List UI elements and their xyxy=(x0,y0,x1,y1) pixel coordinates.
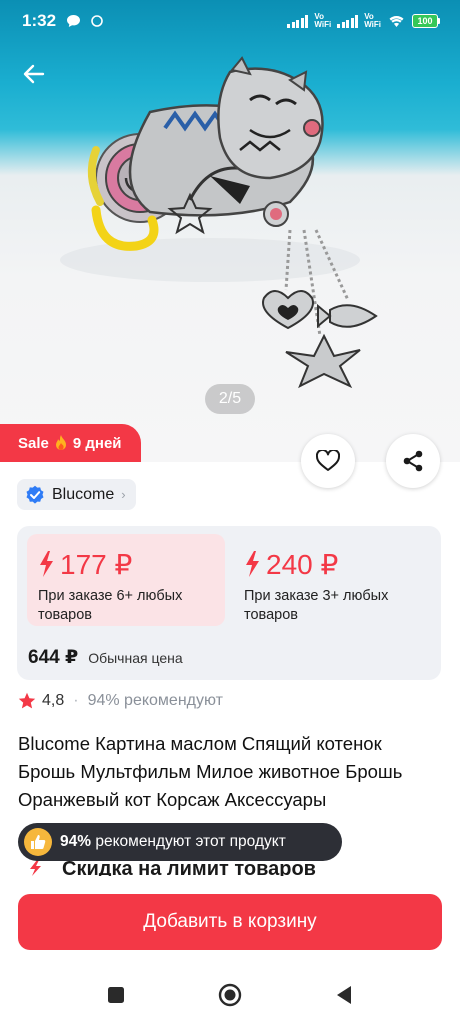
star-icon xyxy=(18,692,36,709)
back-button[interactable] xyxy=(14,54,54,94)
sale-days: 9 дней xyxy=(72,434,122,452)
price-option-3plus[interactable]: 240 ₽ При заказе 3+ любых товаров xyxy=(233,534,433,626)
product-image-gallery[interactable]: 2/5 xyxy=(0,0,460,462)
heart-outline-icon xyxy=(316,450,340,471)
lightning-icon xyxy=(30,860,41,876)
share-button[interactable] xyxy=(386,434,440,488)
price-card: 177 ₽ При заказе 6+ любых товаров 240 ₽ … xyxy=(17,526,441,680)
arrow-left-icon xyxy=(23,64,45,84)
verified-badge-icon xyxy=(26,485,44,504)
regular-price-amount: 644 ₽ xyxy=(28,647,79,668)
share-icon xyxy=(403,450,423,472)
recommend-toast-percent: 94% xyxy=(60,833,92,850)
recommend-toast: 94% рекомендуют этот продукт xyxy=(18,823,342,861)
bottom-action-bar: Добавить в корзину xyxy=(0,876,460,966)
add-to-cart-button[interactable]: Добавить в корзину xyxy=(18,894,442,950)
thumbs-up-icon xyxy=(24,828,52,856)
back-nav-button[interactable] xyxy=(329,980,359,1010)
favorite-button[interactable] xyxy=(301,434,355,488)
signal-icon xyxy=(287,14,309,28)
sale-label: Sale xyxy=(18,434,49,452)
chat-bubble-icon xyxy=(67,15,81,27)
lightning-icon xyxy=(246,551,259,577)
chevron-right-icon: › xyxy=(121,487,126,502)
seller-name: Blucome xyxy=(52,485,115,503)
seller-chip[interactable]: Blucome › xyxy=(17,479,136,510)
regular-price: 644 ₽ Обычная цена xyxy=(28,646,183,669)
rating-score: 4,8 xyxy=(42,692,65,709)
recommend-percent: 94% рекомендуют xyxy=(87,692,223,709)
wifi-icon xyxy=(389,16,404,27)
circle-icon xyxy=(218,983,242,1007)
price-3plus-note: При заказе 3+ любых товаров xyxy=(244,588,389,623)
price-6plus-note: При заказе 6+ любых товаров xyxy=(38,588,183,623)
separator-dot: · xyxy=(73,692,79,709)
sale-badge: Sale 9 дней xyxy=(0,424,141,462)
gallery-page-indicator: 2/5 xyxy=(205,384,255,414)
notification-icon xyxy=(91,15,103,27)
recommend-toast-text: рекомендуют этот продукт xyxy=(95,833,286,850)
status-bar: 1:32 Vo WiFi Vo WiFi 100 xyxy=(0,0,460,42)
price-option-6plus[interactable]: 177 ₽ При заказе 6+ любых товаров xyxy=(27,534,225,626)
rating-row[interactable]: 4,8 · 94% рекомендуют xyxy=(18,692,223,710)
vowifi-badge: Vo WiFi xyxy=(314,12,332,29)
square-icon xyxy=(108,987,124,1003)
regular-price-label: Обычная цена xyxy=(88,650,183,666)
fire-icon xyxy=(55,435,66,450)
product-title: Blucome Картина маслом Спящий котенок Бр… xyxy=(18,733,403,810)
lightning-icon xyxy=(40,551,53,577)
triangle-back-icon xyxy=(337,986,351,1004)
vowifi-badge-2: Vo WiFi xyxy=(364,12,381,29)
price-6plus: 177 ₽ xyxy=(60,548,133,580)
home-button[interactable] xyxy=(215,980,245,1010)
status-time: 1:32 xyxy=(22,11,57,30)
system-nav-bar xyxy=(0,966,460,1024)
price-3plus: 240 ₽ xyxy=(266,548,339,580)
signal-icon-2 xyxy=(337,14,359,28)
recents-button[interactable] xyxy=(101,980,131,1010)
battery-icon: 100 xyxy=(412,14,440,28)
